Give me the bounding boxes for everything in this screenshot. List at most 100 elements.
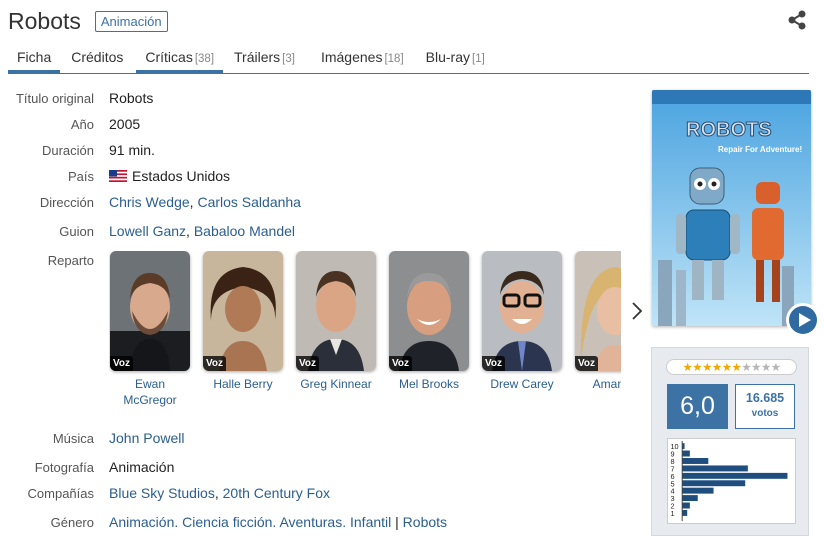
cast-member[interactable]: Voz Amanda (575, 251, 621, 392)
poster-title: ROBOTS (686, 119, 772, 141)
cast-member[interactable]: Voz Ewan McGregor (110, 251, 190, 408)
tab-trailers[interactable]: Tráilers [3] (225, 44, 304, 73)
cast-name: Amanda (592, 377, 621, 391)
cast-name: Halle Berry (213, 377, 273, 391)
value-pais: Estados Unidos (109, 168, 230, 184)
value-genero: Animación. Ciencia ficción. Aventuras. I… (109, 514, 447, 530)
tab-label: Blu-ray (425, 49, 470, 65)
label-companias: Compañías (27, 486, 94, 501)
genre-separator: | (395, 514, 399, 530)
label-duracion: Duración (41, 143, 94, 158)
cast-photo: Voz (389, 251, 469, 371)
voice-badge: Voz (203, 356, 227, 371)
director-link[interactable]: Carlos Saldanha (197, 194, 301, 210)
topic-link[interactable]: Robots (403, 514, 447, 530)
star-filled-icon[interactable]: ★ (722, 360, 732, 374)
label-pais: País (67, 169, 94, 184)
label-titulo-original: Título original (15, 91, 94, 106)
label-fotografia: Fotografía (34, 460, 94, 475)
us-flag-icon (109, 170, 127, 182)
company-link[interactable]: Blue Sky Studios (109, 485, 215, 501)
cast-name: Mel Brooks (398, 377, 460, 391)
cast-photo: Voz (110, 251, 190, 371)
votes-count: 16.685 (745, 391, 785, 405)
value-anio: 2005 (109, 116, 141, 132)
histogram-bar (681, 464, 749, 472)
genre-link[interactable]: Infantil (350, 514, 391, 530)
histogram-bar (681, 457, 709, 465)
composer-link[interactable]: John Powell (109, 430, 185, 446)
genre-link[interactable]: Ciencia ficción. (182, 514, 276, 530)
share-icon[interactable] (786, 9, 808, 31)
histogram-label: 1 (670, 509, 674, 518)
cast-name: Drew Carey (490, 377, 554, 391)
tab-count: [3] (282, 53, 295, 65)
tab-label: Créditos (71, 49, 124, 65)
cast-name: Ewan McGregor (123, 377, 177, 407)
cast-member[interactable]: Voz Drew Carey (482, 251, 562, 392)
value-duracion: 91 min. (109, 142, 155, 158)
tab-criticas[interactable]: Críticas [38] (136, 44, 224, 73)
star-filled-icon[interactable]: ★ (702, 360, 712, 374)
cast-member[interactable]: Voz Greg Kinnear (296, 251, 376, 392)
writer-link[interactable]: Babaloo Mandel (194, 223, 295, 239)
tab-bluray[interactable]: Blu-ray [1] (417, 44, 494, 73)
tab-count: [38] (194, 53, 215, 65)
value-musica: John Powell (109, 430, 185, 446)
country-name: Estados Unidos (132, 168, 231, 184)
tab-creditos[interactable]: Créditos (62, 44, 132, 73)
value-fotografia: Animación (109, 459, 175, 475)
star-filled-icon[interactable]: ★ (712, 360, 722, 374)
voice-badge: Voz (110, 356, 134, 371)
average-rating: 6,0 (667, 384, 728, 429)
rating-histogram[interactable]: 10987654321 (667, 438, 796, 524)
star-filled-icon[interactable]: ★ (732, 360, 742, 374)
star-filled-icon[interactable]: ★ (692, 360, 702, 374)
page-title: Robots (8, 7, 81, 34)
star-empty-icon[interactable]: ★ (741, 360, 751, 374)
votes-label: votos (751, 408, 779, 419)
title-row: Robots Animación (8, 6, 168, 36)
tab-label: Críticas (145, 49, 193, 65)
label-musica: Música (52, 431, 94, 446)
star-empty-icon[interactable]: ★ (751, 360, 761, 374)
label-anio: Año (70, 117, 94, 132)
company-link[interactable]: 20th Century Fox (223, 485, 330, 501)
histogram-bar (681, 487, 715, 495)
voice-badge: Voz (296, 356, 320, 371)
histogram-bar (681, 472, 788, 480)
tab-bar: Ficha Créditos Críticas [38] Tráilers [3] … (8, 44, 809, 74)
chevron-right-icon[interactable] (630, 300, 644, 322)
genre-badge[interactable]: Animación (94, 10, 168, 32)
tab-imagenes[interactable]: Imágenes [18] (312, 44, 413, 73)
tab-label: Tráilers (234, 49, 281, 65)
voice-badge: Voz (482, 356, 506, 371)
cast-photo: Voz (296, 251, 376, 371)
label-genero: Género (50, 515, 94, 530)
histogram-bar (681, 450, 691, 458)
cast-member[interactable]: Voz Mel Brooks (389, 251, 469, 392)
tab-label: Ficha (17, 49, 52, 65)
star-empty-icon[interactable]: ★ (771, 360, 781, 374)
cast-carousel: Voz Ewan McGregor Voz Halle Berry Voz Gr… (109, 251, 621, 411)
tab-label: Imágenes (320, 49, 383, 65)
play-trailer-icon[interactable] (786, 303, 820, 337)
cast-member[interactable]: Voz Halle Berry (203, 251, 283, 392)
genre-link[interactable]: Aventuras. (279, 514, 346, 530)
tab-count: [1] (472, 53, 485, 65)
star-rating[interactable]: ★ ★ ★ ★ ★ ★ ★ ★ ★ ★ (666, 359, 797, 375)
star-empty-icon[interactable]: ★ (761, 360, 771, 374)
value-companias: Blue Sky Studios, 20th Century Fox (109, 485, 331, 501)
movie-poster[interactable]: ROBOTS Repair For Adventure! (652, 90, 811, 326)
director-link[interactable]: Chris Wedge (109, 194, 190, 210)
voice-badge: Voz (575, 356, 599, 371)
writer-link[interactable]: Lowell Ganz (109, 223, 186, 239)
histogram-bar (681, 509, 688, 517)
tab-ficha[interactable]: Ficha (8, 44, 61, 73)
star-filled-icon[interactable]: ★ (682, 360, 692, 374)
cast-photo: Voz (482, 251, 562, 371)
cast-name: Greg Kinnear (300, 377, 372, 391)
votes-count-button[interactable]: 16.685 votos (735, 384, 795, 429)
genre-link[interactable]: Animación. (109, 514, 178, 530)
value-direccion: Chris Wedge, Carlos Saldanha (109, 194, 301, 210)
